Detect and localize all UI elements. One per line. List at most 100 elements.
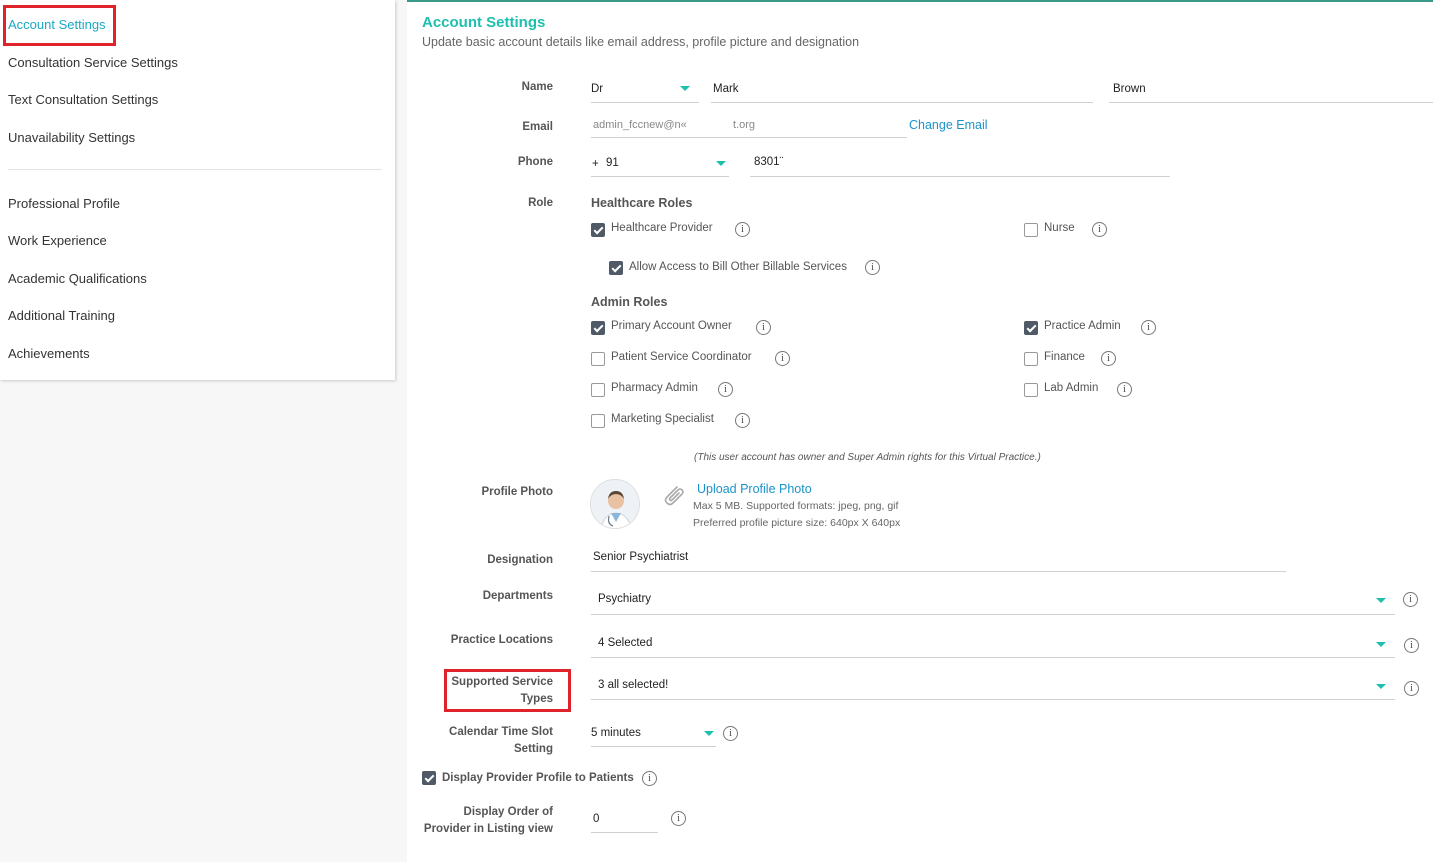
designation-input[interactable]: Senior Psychiatrist xyxy=(593,551,688,563)
info-icon[interactable]: i xyxy=(1141,320,1156,335)
change-email-link[interactable]: Change Email xyxy=(909,118,988,132)
sidebar-item-consultation-service-settings[interactable]: Consultation Service Settings xyxy=(8,55,178,70)
avatar xyxy=(590,479,640,529)
page-subtitle: Update basic account details like email … xyxy=(422,35,860,49)
primary-account-owner-label: Primary Account Owner xyxy=(611,320,732,332)
sidebar-item-academic-qualifications[interactable]: Academic Qualifications xyxy=(8,271,147,286)
chevron-down-icon xyxy=(1376,598,1386,603)
calendar-time-slot-value: 5 minutes xyxy=(591,727,641,739)
page-title: Account Settings xyxy=(422,14,546,31)
supported-service-types-select[interactable]: 3 all selected! xyxy=(591,672,1395,700)
upload-hint-size: Preferred profile picture size: 640px X … xyxy=(693,517,901,529)
display-order-label-line1: Display Order of xyxy=(463,806,553,818)
first-name-input[interactable]: Mark xyxy=(713,83,739,95)
info-icon[interactable]: i xyxy=(735,413,750,428)
pharmacy-admin-checkbox[interactable] xyxy=(591,383,605,397)
info-icon[interactable]: i xyxy=(1404,638,1419,653)
display-provider-profile-label: Display Provider Profile to Patients xyxy=(442,772,634,784)
profile-photo-label: Profile Photo xyxy=(481,486,553,498)
finance-label: Finance xyxy=(1044,351,1085,363)
email-input[interactable]: admin_fccnew@n« xyxy=(593,119,689,131)
lab-admin-checkbox[interactable] xyxy=(1024,383,1038,397)
healthcare-roles-heading: Healthcare Roles xyxy=(591,196,693,210)
patient-service-coordinator-checkbox[interactable] xyxy=(591,352,605,366)
info-icon[interactable]: i xyxy=(1403,592,1418,607)
nurse-label: Nurse xyxy=(1044,222,1075,234)
practice-locations-select[interactable]: 4 Selected xyxy=(591,630,1395,658)
display-order-input[interactable]: 0 xyxy=(593,813,599,825)
chevron-down-icon xyxy=(1376,684,1386,689)
info-icon[interactable]: i xyxy=(1404,681,1419,696)
chevron-down-icon xyxy=(704,731,714,736)
departments-label: Departments xyxy=(482,590,553,602)
info-icon[interactable]: i xyxy=(1092,222,1107,237)
sidebar-divider xyxy=(8,169,382,170)
departments-value: Psychiatry xyxy=(598,593,652,605)
settings-sidebar: Account Settings Consultation Service Se… xyxy=(0,0,395,380)
country-code-value: 91 xyxy=(606,157,619,169)
info-icon[interactable]: i xyxy=(718,382,733,397)
owner-rights-note: (This user account has owner and Super A… xyxy=(694,452,1041,463)
calendar-time-slot-label-line1: Calendar Time Slot xyxy=(449,726,553,738)
country-code-select[interactable]: + 91 xyxy=(591,152,729,176)
name-label: Name xyxy=(521,81,553,93)
phone-number-input[interactable]: 8301¨ xyxy=(754,156,783,168)
info-icon[interactable]: i xyxy=(723,726,738,741)
account-settings-panel: Account Settings Update basic account de… xyxy=(407,0,1433,862)
display-order-label-line2: Provider in Listing view xyxy=(423,823,553,835)
paperclip-icon xyxy=(664,486,684,506)
departments-select[interactable]: Psychiatry xyxy=(591,586,1395,614)
sidebar-item-work-experience[interactable]: Work Experience xyxy=(8,233,107,248)
marketing-specialist-label: Marketing Specialist xyxy=(611,413,714,425)
finance-checkbox[interactable] xyxy=(1024,352,1038,366)
display-provider-profile-checkbox[interactable] xyxy=(422,771,436,785)
sidebar-item-professional-profile[interactable]: Professional Profile xyxy=(8,196,120,211)
pharmacy-admin-label: Pharmacy Admin xyxy=(611,382,698,394)
sidebar-item-unavailability-settings[interactable]: Unavailability Settings xyxy=(8,130,135,145)
calendar-time-slot-label: Calendar Time Slot Setting xyxy=(449,724,553,758)
upload-profile-photo-link[interactable]: Upload Profile Photo xyxy=(697,482,812,496)
info-icon[interactable]: i xyxy=(865,260,880,275)
sidebar-item-text-consultation-settings[interactable]: Text Consultation Settings xyxy=(8,92,158,107)
sidebar-item-additional-training[interactable]: Additional Training xyxy=(8,308,115,323)
designation-label: Designation xyxy=(487,554,553,566)
last-name-input[interactable]: Brown xyxy=(1113,83,1146,95)
info-icon[interactable]: i xyxy=(671,811,686,826)
primary-account-owner-checkbox[interactable] xyxy=(591,321,605,335)
highlight-box-supported-service-types xyxy=(444,669,571,712)
info-icon[interactable]: i xyxy=(1117,382,1132,397)
admin-roles-heading: Admin Roles xyxy=(591,295,668,309)
email-label: Email xyxy=(522,121,553,133)
info-icon[interactable]: i xyxy=(775,351,790,366)
healthcare-provider-label: Healthcare Provider xyxy=(611,222,713,234)
upload-hint-formats: Max 5 MB. Supported formats: jpeg, png, … xyxy=(693,500,899,512)
calendar-time-slot-select[interactable]: 5 minutes xyxy=(591,721,716,747)
practice-admin-checkbox[interactable] xyxy=(1024,321,1038,335)
email-input-domain: t.org xyxy=(733,119,756,131)
practice-locations-value: 4 Selected xyxy=(598,637,653,649)
patient-service-coordinator-label: Patient Service Coordinator xyxy=(611,351,752,363)
marketing-specialist-checkbox[interactable] xyxy=(591,414,605,428)
chevron-down-icon xyxy=(680,86,690,91)
sidebar-item-achievements[interactable]: Achievements xyxy=(8,346,90,361)
name-prefix-select[interactable]: Dr xyxy=(591,77,699,103)
practice-locations-label: Practice Locations xyxy=(450,634,553,646)
lab-admin-label: Lab Admin xyxy=(1044,382,1099,394)
info-icon[interactable]: i xyxy=(642,771,657,786)
role-label: Role xyxy=(528,197,553,209)
name-prefix-value: Dr xyxy=(591,83,604,95)
chevron-down-icon xyxy=(716,161,726,166)
highlight-box-account-settings xyxy=(3,5,116,46)
healthcare-provider-checkbox[interactable] xyxy=(591,223,605,237)
display-order-label: Display Order of Provider in Listing vie… xyxy=(424,804,553,838)
phone-plus: + xyxy=(592,158,599,170)
info-icon[interactable]: i xyxy=(756,320,771,335)
calendar-time-slot-label-line2: Setting xyxy=(514,743,553,755)
info-icon[interactable]: i xyxy=(735,222,750,237)
chevron-down-icon xyxy=(1376,642,1386,647)
allow-billing-checkbox[interactable] xyxy=(609,261,623,275)
info-icon[interactable]: i xyxy=(1101,351,1116,366)
practice-admin-label: Practice Admin xyxy=(1044,320,1121,332)
nurse-checkbox[interactable] xyxy=(1024,223,1038,237)
supported-service-types-value: 3 all selected! xyxy=(598,679,669,691)
